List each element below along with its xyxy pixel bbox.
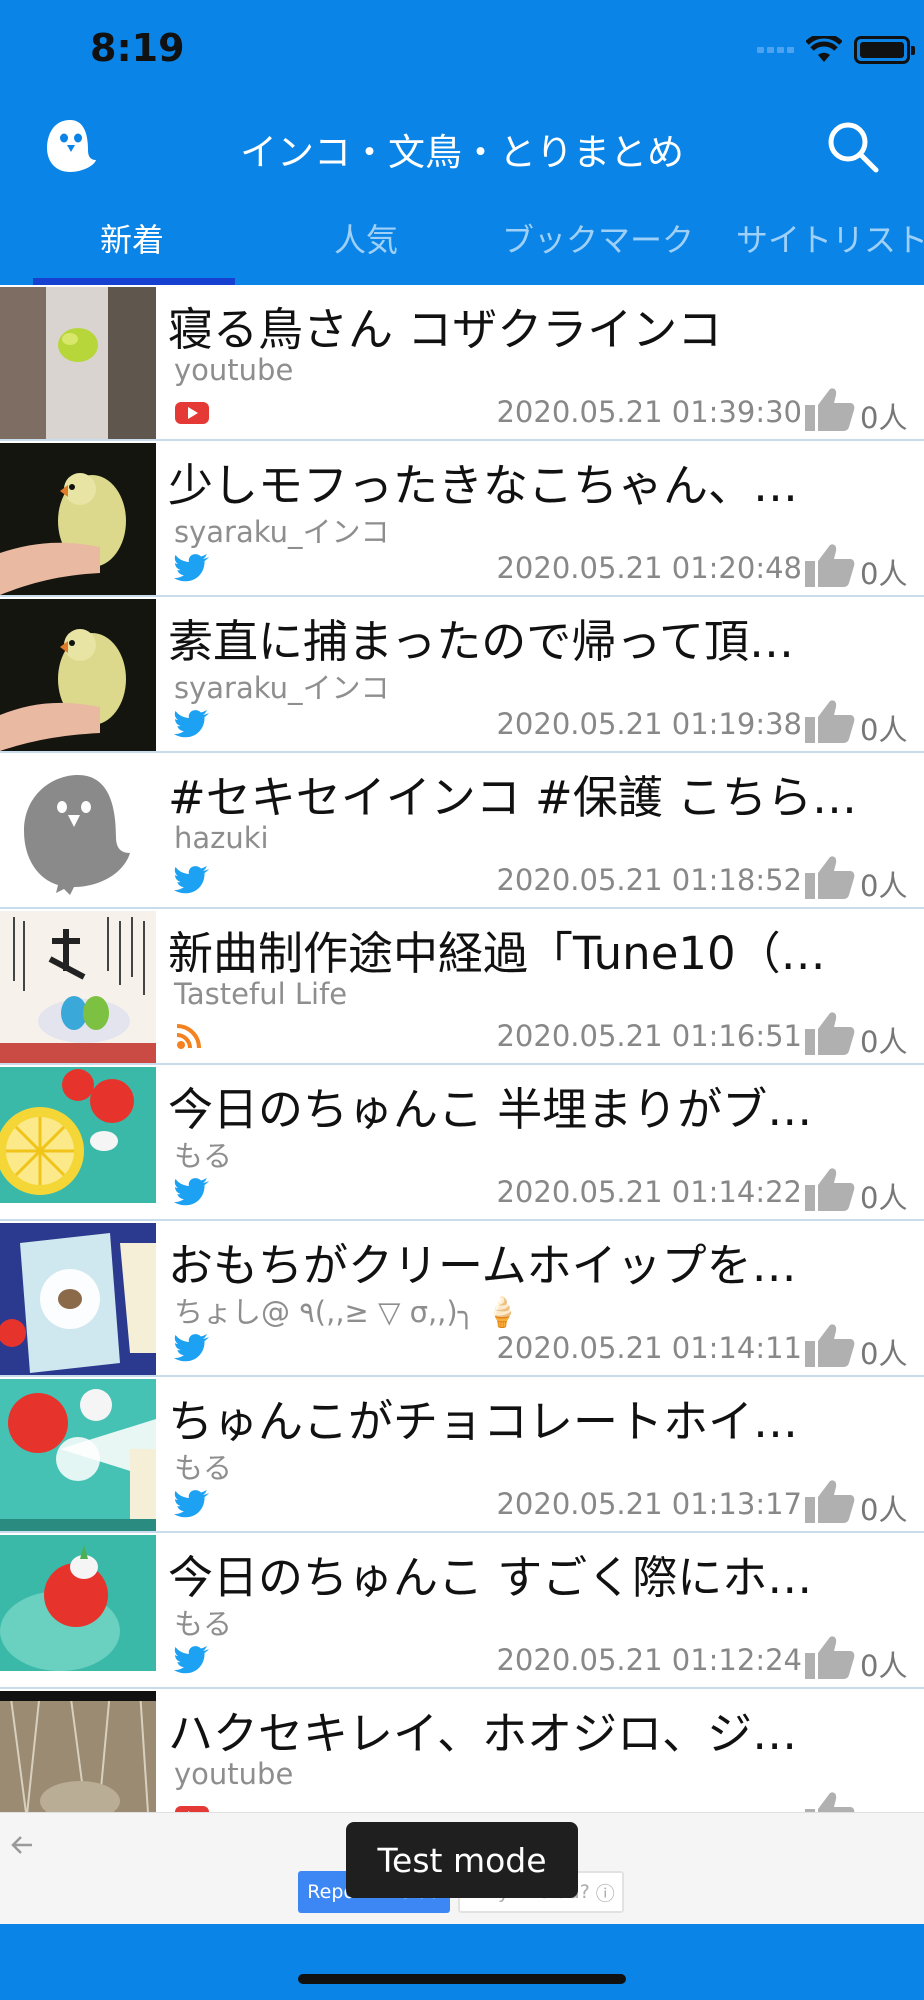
like-count: 0人 (860, 713, 908, 747)
youtube-icon (175, 1806, 209, 1812)
thumbnail-image (0, 1691, 156, 1812)
item-date: 2020.05.21 01:14:11 (496, 1331, 802, 1365)
active-tab-indicator (33, 278, 235, 285)
thumbs-up-icon[interactable] (804, 697, 856, 745)
list-item[interactable]: #セキセイインコ #保護 こちら… hazuki 2020.05.21 01:1… (0, 753, 924, 909)
item-date: 2020.05.21 01:18:52 (496, 863, 802, 897)
item-date: 2020.05.21 01:16:51 (496, 1019, 802, 1053)
item-source: youtube (174, 353, 294, 387)
list-item[interactable]: 新曲制作途中経過「Tune10（… Tasteful Life 2020.05.… (0, 909, 924, 1065)
thumbs-up-icon[interactable] (804, 385, 856, 433)
status-icons (757, 32, 915, 68)
twitter-icon (174, 710, 209, 738)
app-title: インコ・文鳥・とりまとめ (240, 131, 684, 174)
youtube-icon (175, 402, 209, 424)
search-icon[interactable] (826, 120, 880, 174)
article-list[interactable]: 寝る鳥さん コザクラインコ youtube 2020.05.21 01:39:3… (0, 285, 924, 1812)
list-item[interactable]: 少しモフったきなこちゃん、… syaraku_インコ 2020.05.21 01… (0, 441, 924, 597)
list-item[interactable]: ハクセキレイ、ホオジロ、ジ… youtube (0, 1689, 924, 1812)
like-count: 0人 (860, 869, 908, 903)
thumbs-up-icon[interactable] (804, 1477, 856, 1525)
item-date: 2020.05.21 01:13:17 (496, 1487, 802, 1521)
list-item[interactable]: おもちがクリームホイップを… ちょし@ ٩(,,≥ ▽ σ,,)╮ 🍦 2020… (0, 1221, 924, 1377)
item-source: hazuki (174, 821, 269, 855)
like-count: 0人 (860, 1493, 908, 1527)
list-item[interactable]: 今日のちゅんこ 半埋まりがブ… もる 2020.05.21 01:14:22 0… (0, 1065, 924, 1221)
list-item[interactable]: ちゅんこがチョコレートホイ… もる 2020.05.21 01:13:17 0人 (0, 1377, 924, 1533)
twitter-icon (174, 1490, 209, 1518)
item-title: 少しモフったきなこちゃん、… (168, 459, 799, 512)
twitter-icon (174, 554, 209, 582)
tab-site-list[interactable]: サイトリスト (736, 215, 924, 261)
thumbnail-image (0, 1067, 156, 1219)
thumbnail-image (0, 599, 156, 751)
like-count: 0人 (860, 401, 908, 435)
home-indicator[interactable] (298, 1974, 626, 1984)
thumbs-up-icon[interactable] (804, 1165, 856, 1213)
thumbs-up-icon[interactable] (804, 541, 856, 589)
item-date: 2020.05.21 01:12:24 (496, 1643, 802, 1677)
cellular-signal-icon (757, 47, 794, 53)
thumbnail-image (0, 287, 156, 439)
twitter-icon (174, 866, 209, 894)
item-source: ちょし@ ٩(,,≥ ▽ σ,,)╮ 🍦 (174, 1295, 521, 1329)
thumbs-up-icon[interactable] (804, 1321, 856, 1369)
thumbs-up-icon[interactable] (804, 1009, 856, 1057)
thumbnail-image (0, 1379, 156, 1531)
tab-bookmarks[interactable]: ブックマーク (502, 215, 694, 261)
item-title: 寝る鳥さん コザクラインコ (168, 303, 723, 356)
like-count: 0人 (860, 1649, 908, 1683)
item-title: ハクセキレイ、ホオジロ、ジ… (168, 1707, 798, 1760)
twitter-icon (174, 1178, 209, 1206)
test-mode-toast: Test mode (346, 1822, 578, 1898)
like-count: 0人 (860, 1181, 908, 1215)
thumbs-up-icon[interactable] (804, 853, 856, 901)
item-source: もる (174, 1451, 233, 1485)
like-count: 0人 (860, 1025, 908, 1059)
item-date: 2020.05.21 01:39:30 (496, 395, 802, 429)
twitter-icon (174, 1334, 209, 1362)
item-title: 今日のちゅんこ 半埋まりがブ… (168, 1083, 813, 1136)
item-title: #セキセイインコ #保護 こちら… (168, 771, 858, 824)
list-item[interactable]: 寝る鳥さん コザクラインコ youtube 2020.05.21 01:39:3… (0, 285, 924, 441)
item-title: 今日のちゅんこ すごく際にホ… (168, 1551, 813, 1604)
battery-icon (854, 36, 915, 64)
like-count: 0人 (860, 557, 908, 591)
item-source: Tasteful Life (174, 977, 348, 1011)
thumbnail-image (0, 755, 156, 907)
back-arrow-icon[interactable] (8, 1831, 36, 1859)
rss-icon (176, 1024, 201, 1049)
list-item[interactable]: 今日のちゅんこ すごく際にホ… もる 2020.05.21 01:12:24 0… (0, 1533, 924, 1689)
item-source: もる (174, 1607, 233, 1641)
thumbs-up-icon[interactable] (804, 1789, 856, 1812)
info-icon: ⓘ (595, 1882, 615, 1905)
thumbnail-image (0, 1223, 156, 1375)
tab-bar: 新着 人気 ブックマーク サイトリスト (0, 205, 924, 285)
thumbnail-image (0, 1535, 156, 1687)
status-time: 8:19 (90, 26, 185, 70)
item-title: 新曲制作途中経過「Tune10（… (168, 927, 826, 980)
tab-popular[interactable]: 人気 (334, 215, 398, 261)
item-source: syaraku_インコ (174, 671, 390, 705)
item-title: おもちがクリームホイップを… (168, 1239, 797, 1292)
thumbs-up-icon[interactable] (804, 1633, 856, 1681)
list-item[interactable]: 素直に捕まったので帰って頂… syaraku_インコ 2020.05.21 01… (0, 597, 924, 753)
like-count: 0人 (860, 1337, 908, 1371)
thumbnail-image (0, 443, 156, 595)
item-title: ちゅんこがチョコレートホイ… (168, 1395, 799, 1448)
item-source: もる (174, 1139, 233, 1173)
item-date: 2020.05.21 01:19:38 (496, 707, 802, 741)
app-header: 8:19 インコ・文鳥・とりまとめ 新着 人気 ブックマーク サイトリスト (0, 0, 924, 285)
tab-new[interactable]: 新着 (100, 215, 164, 261)
item-date: 2020.05.21 01:20:48 (496, 551, 802, 585)
item-source: youtube (174, 1757, 294, 1791)
bottom-bar (0, 1924, 924, 2000)
item-title: 素直に捕まったので帰って頂… (168, 615, 794, 668)
item-source: syaraku_インコ (174, 515, 390, 549)
twitter-icon (174, 1646, 209, 1674)
item-date: 2020.05.21 01:14:22 (496, 1175, 802, 1209)
wifi-icon (806, 36, 842, 62)
thumbnail-image (0, 911, 156, 1063)
